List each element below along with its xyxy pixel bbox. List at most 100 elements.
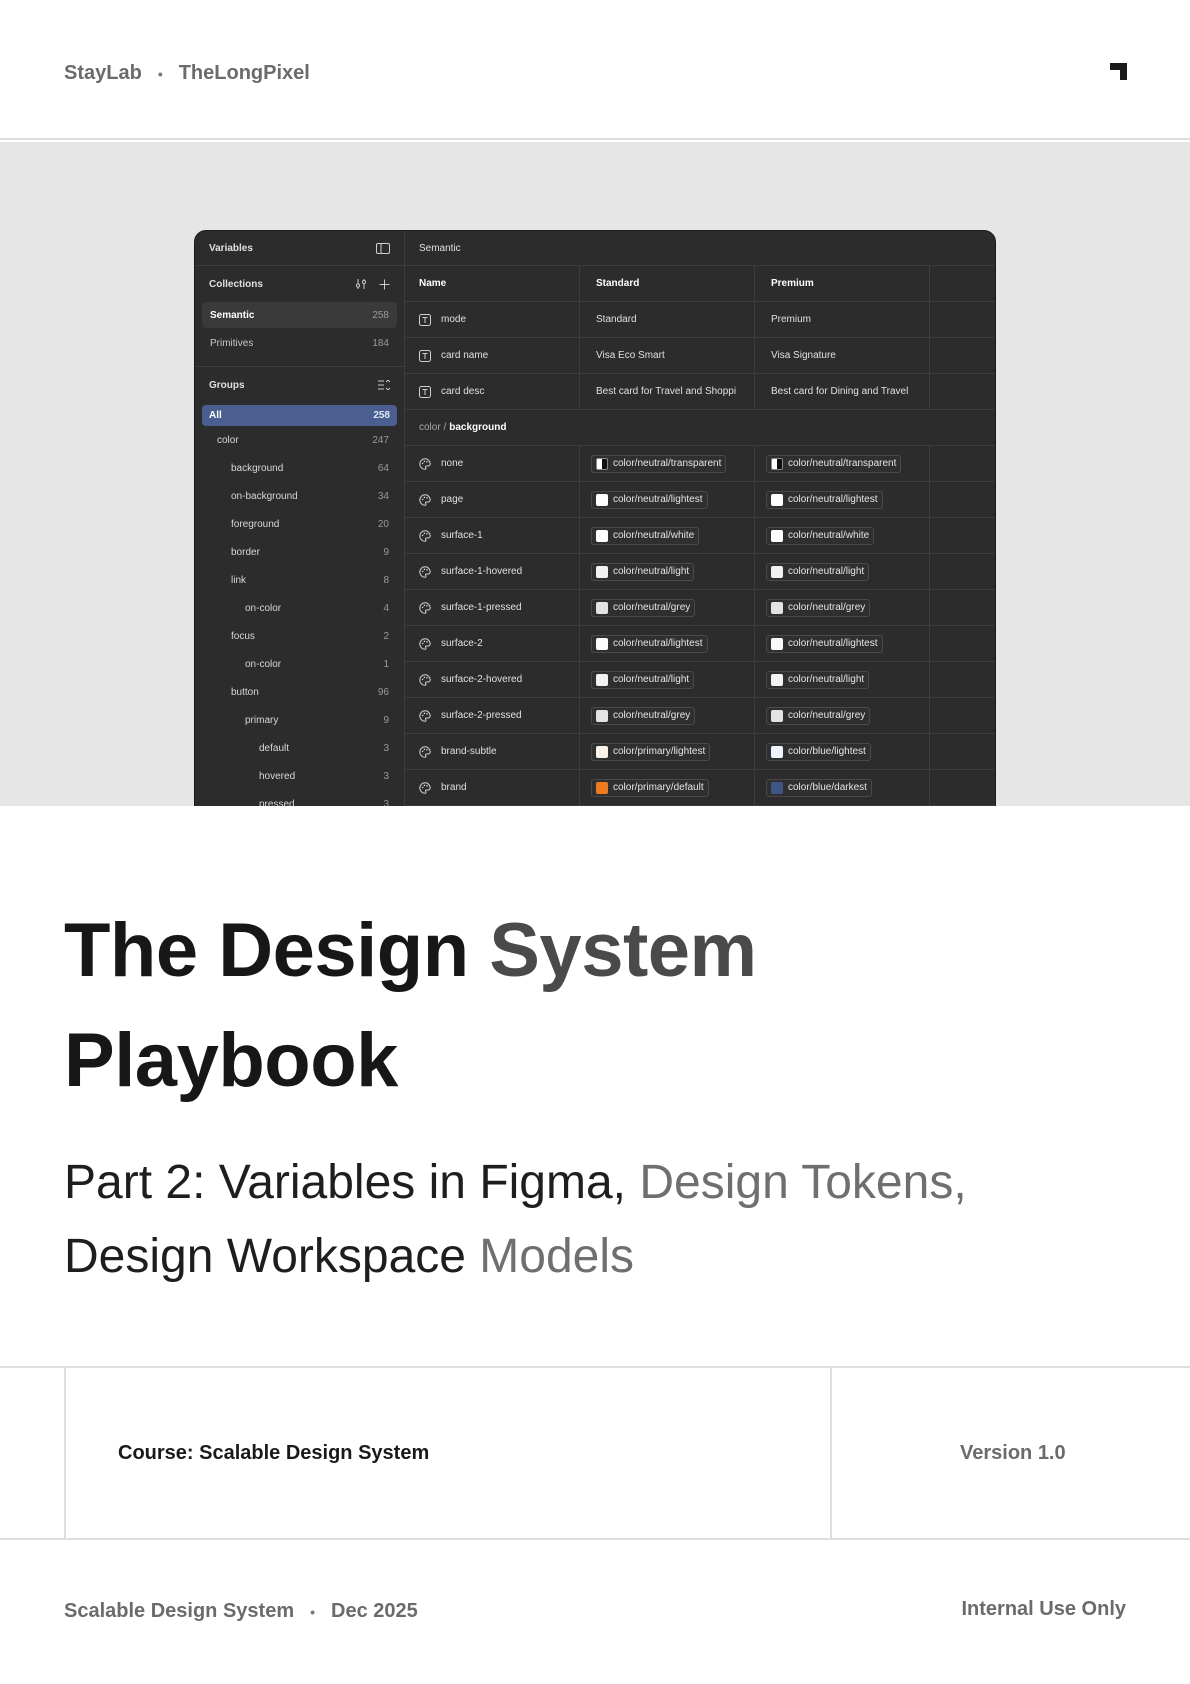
group-count: 20 <box>377 518 389 530</box>
group-label: border <box>231 546 260 558</box>
variable-name: brand <box>441 782 467 793</box>
premium-value-cell[interactable]: color/neutral/white <box>755 518 930 553</box>
collection-item-semantic[interactable]: Semantic 258 <box>202 302 397 328</box>
alias-pill[interactable]: color/neutral/light <box>591 562 695 581</box>
alias-pill[interactable]: color/blue/darkest <box>766 778 872 797</box>
group-item-foreground[interactable]: foreground 20 <box>195 510 404 538</box>
alias-pill[interactable]: color/neutral/grey <box>591 706 696 725</box>
row-spacer <box>930 302 995 337</box>
sort-groups-icon[interactable] <box>378 380 390 390</box>
table-row[interactable]: card name Visa Eco Smart Visa Signature <box>405 338 995 374</box>
standard-value-cell[interactable]: color/neutral/light <box>580 554 755 589</box>
table-row[interactable]: brand color/primary/default color/blue/dar… <box>405 770 995 806</box>
group-item-primary[interactable]: primary 9 <box>195 706 404 734</box>
column-header-name[interactable]: Name <box>405 266 580 301</box>
table-row[interactable]: surface-2-pressed color/neutral/grey color… <box>405 698 995 734</box>
premium-value-cell[interactable]: color/neutral/light <box>755 662 930 697</box>
group-item-background[interactable]: background 64 <box>195 454 404 482</box>
table-row[interactable]: surface-1-pressed color/neutral/grey color… <box>405 590 995 626</box>
alias-pill[interactable]: color/neutral/lightest <box>591 634 708 653</box>
table-row[interactable]: card desc Best card for Travel and Shoppi… <box>405 374 995 410</box>
standard-value-cell[interactable]: color/neutral/grey <box>580 590 755 625</box>
alias-pill[interactable]: color/neutral/lightest <box>766 634 883 653</box>
group-item-focus[interactable]: focus 2 <box>195 622 404 650</box>
alias-pill[interactable]: color/blue/lightest <box>766 742 871 761</box>
table-row[interactable]: surface-1-hovered color/neutral/light colo… <box>405 554 995 590</box>
table-row[interactable]: brand-subtle color/primary/lightest color/… <box>405 734 995 770</box>
group-label: link <box>231 574 247 586</box>
group-item-color[interactable]: color 247 <box>195 426 404 454</box>
group-item-hovered[interactable]: hovered 3 <box>195 762 404 790</box>
standard-value-cell[interactable]: color/neutral/lightest <box>580 482 755 517</box>
group-label: on-background <box>231 490 298 502</box>
add-collection-icon[interactable] <box>379 279 390 290</box>
alias-pill[interactable]: color/neutral/light <box>591 670 695 689</box>
table-row[interactable]: mode Standard Premium <box>405 302 995 338</box>
standard-value-cell[interactable]: color/neutral/light <box>580 662 755 697</box>
premium-value-cell[interactable]: color/neutral/transparent <box>755 446 930 481</box>
alias-pill[interactable]: color/neutral/grey <box>591 598 696 617</box>
alias-pill[interactable]: color/neutral/lightest <box>766 490 883 509</box>
alias-pill[interactable]: color/neutral/white <box>766 526 875 545</box>
info-band: Course: Scalable Design System Version 1… <box>0 1366 1190 1540</box>
collection-item-primitives[interactable]: Primitives 184 <box>202 330 397 356</box>
standard-value-cell[interactable]: Visa Eco Smart <box>580 338 755 373</box>
premium-value-cell[interactable]: color/blue/darkest <box>755 770 930 805</box>
alias-label: color/neutral/light <box>613 566 690 577</box>
table-row[interactable]: surface-1 color/neutral/white color/neutra… <box>405 518 995 554</box>
alias-pill[interactable]: color/primary/lightest <box>591 742 711 761</box>
premium-value-cell[interactable]: color/neutral/light <box>755 554 930 589</box>
alias-pill[interactable]: color/neutral/grey <box>766 598 871 617</box>
alias-pill[interactable]: color/neutral/light <box>766 670 870 689</box>
filter-sliders-icon[interactable] <box>355 278 367 290</box>
alias-pill[interactable]: color/neutral/light <box>766 562 870 581</box>
standard-value-cell[interactable]: Best card for Travel and Shoppi <box>580 374 755 409</box>
group-count: 8 <box>383 574 389 586</box>
variable-name: card desc <box>441 386 485 397</box>
premium-value-cell[interactable]: color/neutral/lightest <box>755 482 930 517</box>
premium-value-cell[interactable]: color/neutral/lightest <box>755 626 930 661</box>
standard-value-cell[interactable]: Standard <box>580 302 755 337</box>
color-swatch <box>771 673 783 686</box>
alias-pill[interactable]: color/neutral/white <box>591 526 700 545</box>
premium-value-cell[interactable]: Visa Signature <box>755 338 930 373</box>
standard-value-cell[interactable]: color/primary/default <box>580 770 755 805</box>
table-row[interactable]: page color/neutral/lightest color/neutral/… <box>405 482 995 518</box>
color-variable-icon <box>419 673 431 686</box>
premium-value-cell[interactable]: color/blue/lightest <box>755 734 930 769</box>
alias-pill[interactable]: color/neutral/lightest <box>591 490 708 509</box>
table-row[interactable]: surface-2-hovered color/neutral/light colo… <box>405 662 995 698</box>
standard-value-cell[interactable]: color/neutral/grey <box>580 698 755 733</box>
group-item-button[interactable]: button 96 <box>195 678 404 706</box>
group-item-border[interactable]: border 9 <box>195 538 404 566</box>
premium-value-cell[interactable]: color/neutral/grey <box>755 590 930 625</box>
color-variable-icon <box>419 529 431 542</box>
group-item-default[interactable]: default 3 <box>195 734 404 762</box>
column-header-standard[interactable]: Standard <box>580 266 755 301</box>
group-item-link[interactable]: link 8 <box>195 566 404 594</box>
standard-value-cell[interactable]: color/neutral/lightest <box>580 626 755 661</box>
table-row[interactable]: surface-2 color/neutral/lightest color/neu… <box>405 626 995 662</box>
table-row[interactable]: none color/neutral/transparent color/neutr… <box>405 446 995 482</box>
standard-value-cell[interactable]: color/neutral/transparent <box>580 446 755 481</box>
panel-toggle-icon[interactable] <box>376 242 390 254</box>
color-variable-icon <box>419 781 431 794</box>
standard-value-cell[interactable]: color/neutral/white <box>580 518 755 553</box>
premium-value-cell[interactable]: Premium <box>755 302 930 337</box>
alias-pill[interactable]: color/neutral/transparent <box>591 454 727 473</box>
alias-pill[interactable]: color/primary/default <box>591 778 709 797</box>
alias-pill[interactable]: color/neutral/transparent <box>766 454 902 473</box>
standard-value-cell[interactable]: color/primary/lightest <box>580 734 755 769</box>
premium-value-cell[interactable]: color/neutral/grey <box>755 698 930 733</box>
group-item-link-on-color[interactable]: on-color 4 <box>195 594 404 622</box>
group-item-all[interactable]: All 258 <box>202 405 397 426</box>
group-item-pressed[interactable]: pressed 3 <box>195 790 404 807</box>
column-header-premium[interactable]: Premium <box>755 266 930 301</box>
group-item-on-background[interactable]: on-background 34 <box>195 482 404 510</box>
group-item-focus-on-color[interactable]: on-color 1 <box>195 650 404 678</box>
name-cell: brand <box>405 770 580 805</box>
name-cell: none <box>405 446 580 481</box>
alias-pill[interactable]: color/neutral/grey <box>766 706 871 725</box>
color-swatch <box>596 493 608 506</box>
premium-value-cell[interactable]: Best card for Dining and Travel <box>755 374 930 409</box>
